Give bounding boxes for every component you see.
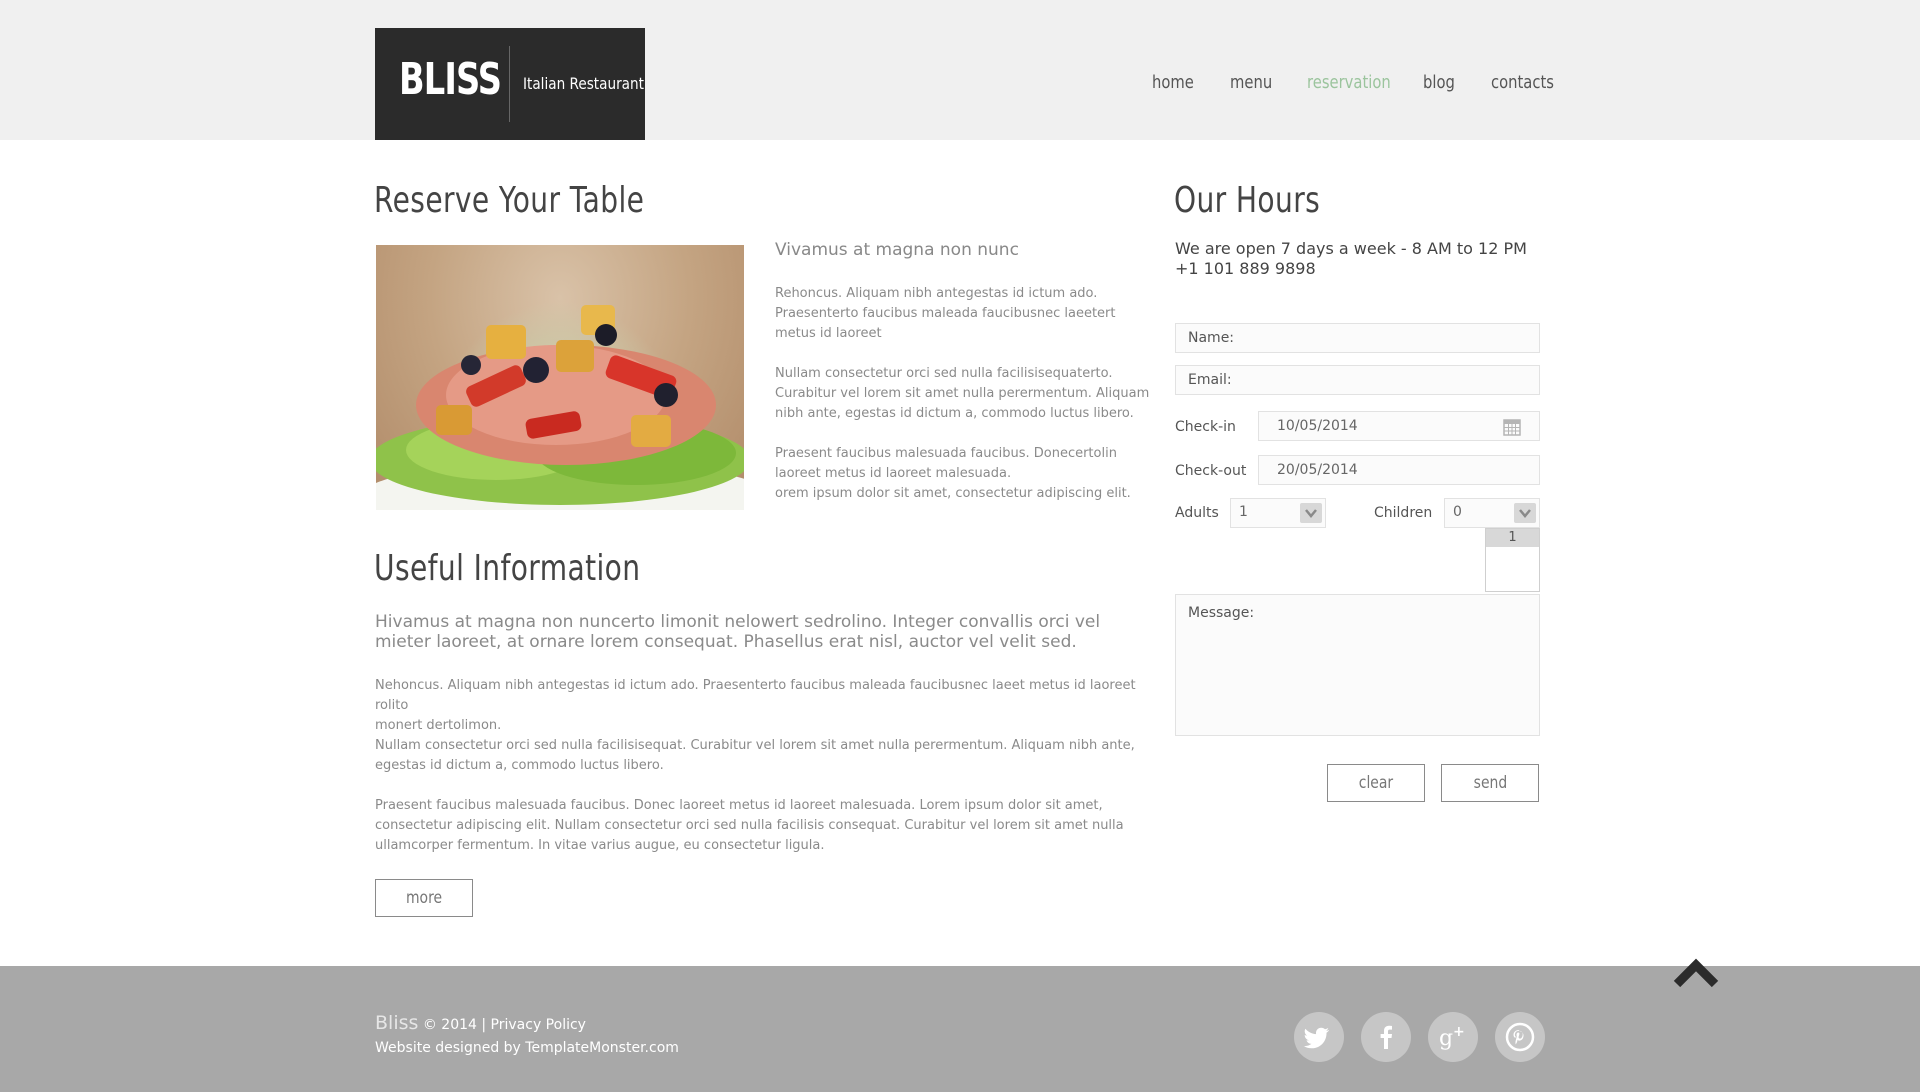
privacy-policy-link[interactable]: Privacy Policy (491, 1017, 586, 1033)
useful-paragraph-2: Nullam consectetur orci sed nulla facili… (375, 736, 1165, 776)
svg-text:+: + (1453, 1024, 1465, 1040)
copyright-text: © 2014 | (422, 1017, 487, 1033)
facebook-button[interactable] (1361, 1012, 1411, 1062)
message-textarea[interactable]: Message: (1175, 594, 1540, 736)
message-label: Message: (1188, 605, 1255, 621)
text-line: orem ipsum dolor sit amet, consectetur a… (775, 486, 1131, 501)
text-line: ullamcorper fermentum. In vitae varius a… (375, 838, 825, 853)
send-button-label: send (1473, 773, 1507, 793)
text-line: Praesent faucibus malesuada faucibus. Do… (375, 798, 1103, 813)
useful-lead: Hivamus at magna non nuncerto limonit ne… (375, 612, 1101, 652)
reserve-title: Reserve Your Table (374, 180, 645, 221)
nav-item-menu[interactable]: menu (1230, 72, 1272, 93)
nav-item-reservation[interactable]: reservation (1307, 72, 1391, 93)
text-line: Praesent faucibus malesuada faucibus. Do… (775, 446, 1117, 461)
site-header: BLISS Italian Restaurant home menu reser… (0, 0, 1920, 140)
text-line: Nullam consectetur orci sed nulla facili… (375, 738, 1135, 753)
email-field[interactable]: Email: (1175, 365, 1540, 395)
pinterest-button[interactable] (1495, 1012, 1545, 1062)
reserve-paragraph-1: Rehoncus. Aliquam nibh antegestas id ict… (775, 284, 1115, 344)
more-button[interactable]: more (375, 879, 473, 917)
checkin-date-input[interactable]: 10/05/2014 (1258, 411, 1540, 441)
phone-number: +1 101 889 9898 (1175, 259, 1316, 278)
send-button[interactable]: send (1441, 764, 1539, 802)
salad-illustration (376, 305, 744, 505)
checkout-date-input[interactable]: 20/05/2014 (1258, 455, 1540, 485)
checkin-label: Check-in (1175, 419, 1236, 435)
nav-item-blog[interactable]: blog (1423, 72, 1455, 93)
useful-title: Useful Information (374, 548, 641, 589)
text-line: monert dertolimon. (375, 718, 502, 733)
adults-select-value: 1 (1239, 504, 1248, 520)
reserve-paragraph-2: Nullam consectetur orci sed nulla facili… (775, 364, 1149, 424)
checkin-date-value: 10/05/2014 (1277, 418, 1358, 434)
children-select-value: 0 (1453, 504, 1462, 520)
checkout-label: Check-out (1175, 463, 1247, 479)
more-button-label: more (405, 888, 443, 908)
clear-button-label: clear (1358, 773, 1394, 793)
name-field[interactable]: Name: (1175, 323, 1540, 353)
text-line: egestas id dictum a, commodo luctus libe… (375, 758, 664, 773)
calendar-icon[interactable] (1503, 418, 1521, 436)
facebook-icon (1380, 1025, 1392, 1049)
email-field-label: Email: (1188, 372, 1232, 388)
footer-copyright: Bliss © 2014 | Privacy Policy (375, 1012, 586, 1034)
reserve-subtitle: Vivamus at magna non nunc (775, 240, 1019, 260)
useful-paragraph-1: Nehoncus. Aliquam nibh antegestas id ict… (375, 676, 1165, 736)
text-line: Nullam consectetur orci sed nulla facili… (775, 366, 1113, 381)
checkout-date-value: 20/05/2014 (1277, 462, 1358, 478)
chevron-down-icon (1300, 503, 1322, 523)
name-field-label: Name: (1188, 330, 1235, 346)
text-line: nibh ante, egestas id dictum a, commodo … (775, 406, 1134, 421)
useful-paragraph-3: Praesent faucibus malesuada faucibus. Do… (375, 796, 1165, 856)
designer-link[interactable]: TemplateMonster.com (525, 1040, 679, 1056)
google-plus-button[interactable]: g + (1428, 1012, 1478, 1062)
google-plus-icon: g + (1439, 1024, 1465, 1051)
text-line: Nehoncus. Aliquam nibh antegestas id ict… (375, 678, 1136, 713)
text-line: Curabitur vel lorem sit amet nulla perer… (775, 386, 1150, 401)
text-line: Praesenterto faucibus maleada faucibusne… (775, 306, 1116, 321)
credit-text: Website designed by (375, 1040, 521, 1056)
svg-text:g: g (1439, 1026, 1453, 1051)
dropdown-option[interactable]: 1 (1486, 529, 1539, 547)
pinterest-icon (1505, 1022, 1535, 1052)
nav-item-home[interactable]: home (1152, 72, 1194, 93)
footer-brand: Bliss (375, 1012, 419, 1034)
main-nav: home menu reservation blog contacts (0, 72, 1920, 98)
children-select[interactable]: 0 (1444, 498, 1540, 528)
clear-button[interactable]: clear (1327, 764, 1425, 802)
hours-text: We are open 7 days a week - 8 AM to 12 P… (1175, 239, 1527, 258)
chevron-down-icon (1514, 503, 1536, 523)
twitter-icon (1303, 1027, 1329, 1049)
children-dropdown-list: 1 (1485, 528, 1540, 592)
text-line: consectetur adipiscing elit. Nullam cons… (375, 818, 1124, 833)
site-footer (0, 966, 1920, 1092)
text-line: metus id laoreet (775, 326, 882, 341)
scroll-to-top-icon[interactable] (1672, 956, 1720, 990)
nav-item-contacts[interactable]: contacts (1491, 72, 1554, 93)
hours-title: Our Hours (1174, 180, 1321, 221)
footer-credit: Website designed by TemplateMonster.com (375, 1040, 679, 1056)
twitter-button[interactable] (1294, 1012, 1344, 1062)
food-image (376, 245, 744, 510)
text-line: Rehoncus. Aliquam nibh antegestas id ict… (775, 286, 1098, 301)
hours-info: We are open 7 days a week - 8 AM to 12 P… (1175, 239, 1527, 279)
reserve-paragraph-3: Praesent faucibus malesuada faucibus. Do… (775, 444, 1131, 504)
adults-label: Adults (1175, 505, 1219, 521)
children-label: Children (1374, 505, 1433, 521)
text-line: laoreet metus id laoreet malesuada. (775, 466, 1012, 481)
adults-select[interactable]: 1 (1230, 498, 1326, 528)
